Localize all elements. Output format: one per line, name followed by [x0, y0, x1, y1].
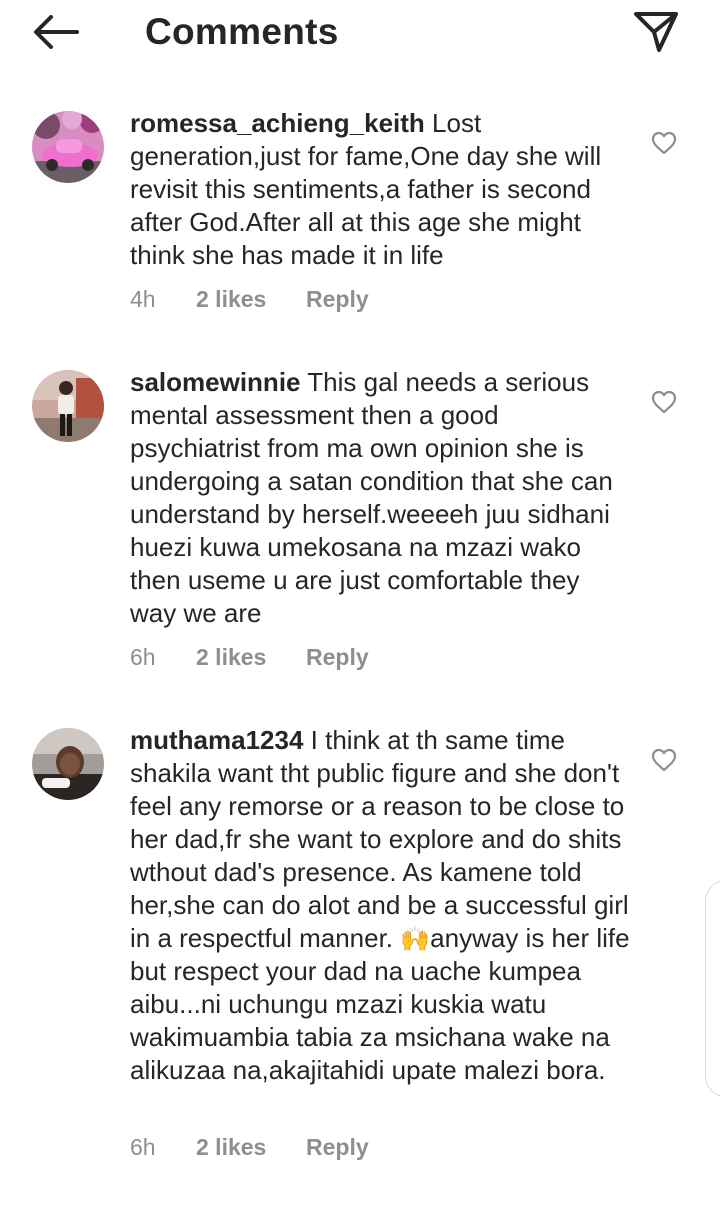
raising-hands-emoji-icon: 🙌 — [400, 926, 431, 953]
avatar[interactable] — [32, 370, 104, 442]
likes-count[interactable]: 2 likes — [196, 284, 266, 314]
likes-count[interactable]: 2 likes — [196, 1132, 266, 1162]
avatar[interactable] — [32, 111, 104, 183]
comment-time: 6h — [130, 1134, 156, 1160]
comment-time: 6h — [130, 644, 156, 670]
likes-count[interactable]: 2 likes — [196, 642, 266, 672]
share-button[interactable] — [628, 6, 684, 58]
comment-username[interactable]: muthama1234 — [130, 725, 303, 755]
like-button[interactable] — [648, 745, 680, 775]
heart-icon — [651, 748, 677, 772]
comment-body: salomewinnie This gal needs a serious me… — [130, 366, 630, 630]
avatar[interactable] — [32, 728, 104, 800]
paper-plane-icon — [634, 12, 678, 52]
header-bar: Comments — [0, 0, 720, 68]
reply-button[interactable]: Reply — [306, 1132, 369, 1162]
comment-username[interactable]: salomewinnie — [130, 367, 301, 397]
heart-icon — [651, 131, 677, 155]
back-button[interactable] — [26, 8, 86, 56]
comment-time: 4h — [130, 286, 156, 312]
comment-body: muthama1234 I think at th same time shak… — [130, 724, 630, 1087]
comment-text: I think at th same time shakila want tht… — [130, 725, 629, 953]
arrow-left-icon — [34, 15, 79, 49]
comment-body: romessa_achieng_keith Lost generation,ju… — [130, 107, 630, 272]
comment-username[interactable]: romessa_achieng_keith — [130, 108, 425, 138]
comment-text: This gal needs a serious mental assessme… — [130, 367, 613, 628]
reply-button[interactable]: Reply — [306, 642, 369, 672]
reply-button[interactable]: Reply — [306, 284, 369, 314]
like-button[interactable] — [648, 128, 680, 158]
side-floating-panel[interactable] — [705, 880, 720, 1097]
like-button[interactable] — [648, 387, 680, 417]
heart-icon — [651, 390, 677, 414]
page-title: Comments — [145, 11, 339, 52]
